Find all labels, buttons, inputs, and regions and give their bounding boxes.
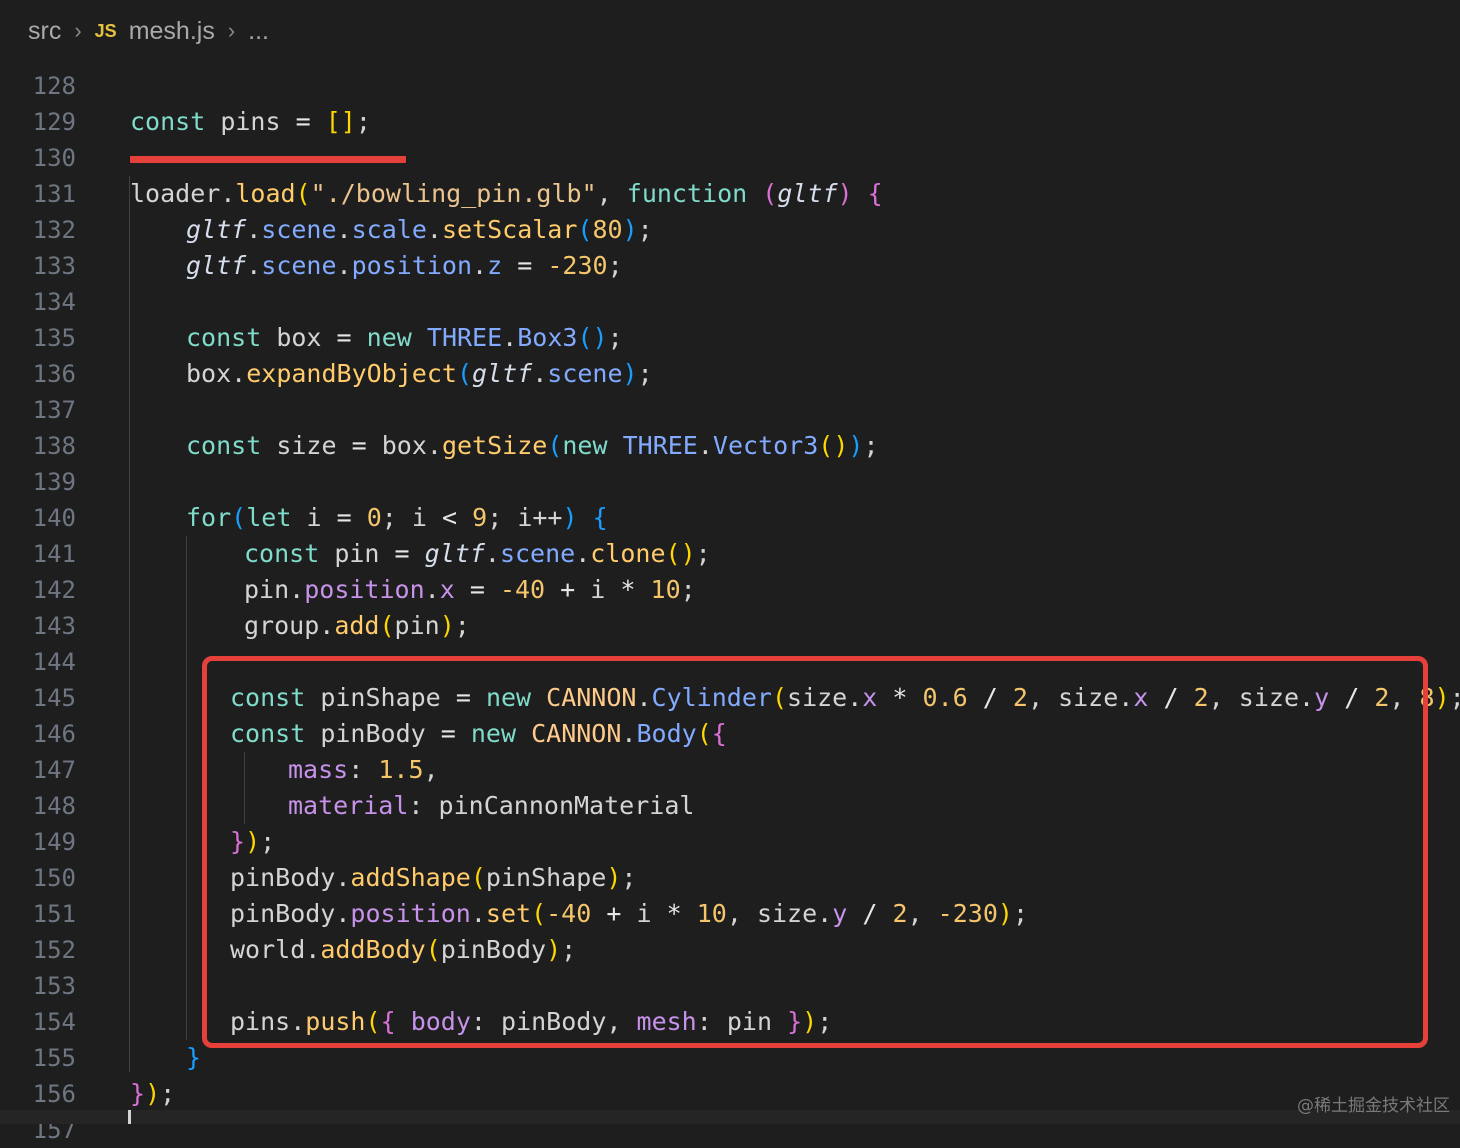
line-number: 150 <box>32 864 76 892</box>
line-number: 137 <box>32 396 76 424</box>
line-number: 152 <box>32 936 76 964</box>
breadcrumb-folder[interactable]: src <box>28 17 61 46</box>
line-number: 151 <box>32 900 76 928</box>
breadcrumb-more[interactable]: ... <box>248 17 269 46</box>
code-line-142: pin.position.x = -40 + i * 10; <box>244 575 696 604</box>
line-number: 144 <box>32 648 76 676</box>
code-line-133: gltf.scene.position.z = -230; <box>186 251 623 280</box>
indent-guide <box>129 176 130 1072</box>
code-line-138: const size = box.getSize(new THREE.Vecto… <box>186 431 879 460</box>
code-line-143: group.add(pin); <box>244 611 470 640</box>
code-line-140: for(let i = 0; i < 9; i++) { <box>186 503 608 532</box>
line-number: 149 <box>32 828 76 856</box>
line-number: 155 <box>32 1044 76 1072</box>
line-number: 138 <box>32 432 76 460</box>
javascript-file-icon: JS <box>94 20 117 41</box>
code-line-141: const pin = gltf.scene.clone(); <box>244 539 711 568</box>
line-number: 146 <box>32 720 76 748</box>
code-line-136: box.expandByObject(gltf.scene); <box>186 359 653 388</box>
line-number: 128 <box>32 72 76 100</box>
text-cursor <box>128 1110 131 1124</box>
line-number: 136 <box>32 360 76 388</box>
code-line-135: const box = new THREE.Box3(); <box>186 323 623 352</box>
line-number: 129 <box>32 108 76 136</box>
line-number: 140 <box>32 504 76 532</box>
line-number: 133 <box>32 252 76 280</box>
code-line-131: loader.load("./bowling_pin.glb", functio… <box>130 179 883 208</box>
line-number: 156 <box>32 1080 76 1108</box>
line-number: 130 <box>32 144 76 172</box>
breadcrumb: src › JS mesh.js › ... <box>28 12 269 50</box>
line-number: 134 <box>32 288 76 316</box>
breadcrumb-file[interactable]: mesh.js <box>129 17 215 46</box>
line-number: 143 <box>32 612 76 640</box>
line-number: 141 <box>32 540 76 568</box>
line-number: 142 <box>32 576 76 604</box>
red-highlight-box-annotation <box>202 656 1428 1048</box>
code-line-132: gltf.scene.scale.setScalar(80); <box>186 215 653 244</box>
line-number: 145 <box>32 684 76 712</box>
code-line-156: }); <box>130 1079 176 1108</box>
next-line-strip <box>0 1110 1460 1124</box>
line-number: 139 <box>32 468 76 496</box>
code-line-155: } <box>186 1043 202 1072</box>
line-number: 148 <box>32 792 76 820</box>
watermark: @稀土掘金技术社区 <box>1297 1096 1450 1116</box>
red-underline-annotation <box>130 156 406 163</box>
line-number: 135 <box>32 324 76 352</box>
chevron-right-icon: › <box>227 18 236 43</box>
line-number: 153 <box>32 972 76 1000</box>
line-number: 154 <box>32 1008 76 1036</box>
indent-guide <box>186 536 187 1040</box>
line-number: 131 <box>32 180 76 208</box>
line-number: 132 <box>32 216 76 244</box>
chevron-right-icon: › <box>74 18 82 43</box>
code-line-129: const pins = []; <box>130 107 371 136</box>
line-number: 147 <box>32 756 76 784</box>
